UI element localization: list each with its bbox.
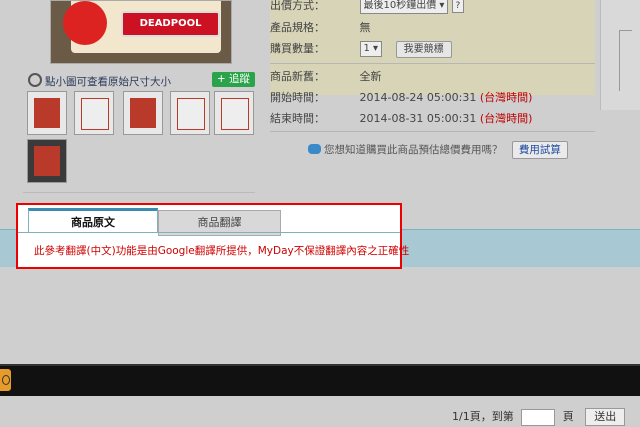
detail-row-spec: 產品規格： 無 [270,21,371,34]
magnifier-icon [28,73,42,87]
fee-estimate-row: 您想知道購買此商品預估總價費用嗎？ 費用試算 [308,141,568,159]
bid-button[interactable]: 我要競標 [395,40,452,58]
translation-disclaimer: 此參考翻譯(中文)功能是由Google翻譯所提供，MyDay不保證翻譯內容之正確… [34,245,410,257]
thumbnail-3[interactable] [123,91,163,135]
detail-row-bid-method: 出價方式： 最後10秒鐘出價 ▾ ? [270,0,464,14]
tab-underline [18,232,400,233]
product-box-image: DEADPOOL [63,1,221,53]
fee-question-text: 您想知道購買此商品預估總價費用嗎？ [324,144,503,156]
thumbnail-4[interactable] [170,91,210,135]
fee-calculator-button[interactable]: 費用試算 [511,141,568,159]
app-icon[interactable] [0,369,11,391]
zoom-hint: 點小圖可查看原始尺寸大小 [28,73,171,88]
bid-method-select[interactable]: 最後10秒鐘出價 ▾ [359,0,449,14]
page-number-input[interactable] [521,408,556,426]
taskbar [0,364,640,396]
detail-row-quantity: 購買數量： 1 ▾ 我要競標 [270,40,452,58]
main-product-image[interactable]: DEADPOOL [50,0,232,64]
thumbnail-5[interactable] [214,91,254,135]
divider [23,192,255,193]
speech-bubble-icon [308,144,321,154]
detail-row-start-time: 開始時間： 2014-08-24 05:00:31 (台灣時間) [270,91,533,104]
thumbnail-1[interactable] [27,91,67,135]
side-map-thumbnail [600,0,640,110]
detail-row-end-time: 結束時間： 2014-08-31 05:00:31 (台灣時間) [270,112,533,125]
zoom-hint-text: 點小圖可查看原始尺寸大小 [45,76,171,88]
timezone-label: (台灣時間) [479,112,533,125]
divider [270,63,595,64]
detail-row-condition: 商品新舊： 全新 [270,70,382,83]
track-button[interactable]: + 追蹤 [212,72,255,87]
tab-original-text[interactable]: 商品原文 [28,208,158,233]
go-button[interactable]: 送出 [585,408,626,426]
page: DEADPOOL 點小圖可查看原始尺寸大小 + 追蹤 出價方式： 最後10秒鐘出… [0,0,640,427]
help-icon[interactable]: ? [451,0,464,13]
pager-unit: 頁 [562,410,574,423]
deadpool-logo: DEADPOOL [121,11,220,37]
translation-tab-panel: 商品原文 商品翻譯 此參考翻譯(中文)功能是由Google翻譯所提供，MyDay… [16,203,409,269]
timezone-label: (台灣時間) [479,91,533,104]
pager-info: 1/1頁，到第 [452,410,514,423]
pager: 1/1頁，到第 頁 送出 [452,408,626,426]
divider [270,131,595,132]
thumbnail-6[interactable] [27,139,67,183]
thumbnail-2[interactable] [74,91,114,135]
quantity-select[interactable]: 1 ▾ [359,41,383,57]
deadpool-head-image [63,1,107,45]
